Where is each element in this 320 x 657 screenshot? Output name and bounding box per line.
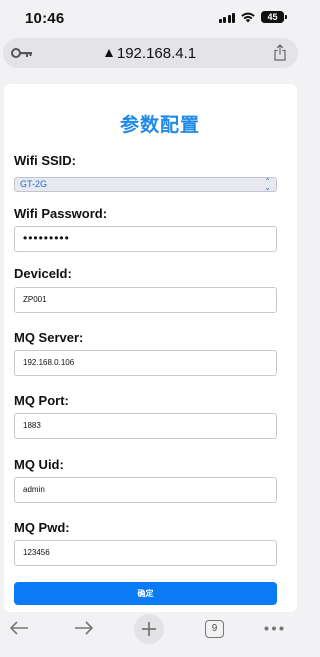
mq-pwd-input[interactable]: 123456 [14,540,277,566]
wifi-icon [241,12,255,22]
mq-server-input[interactable]: 192.168.0.106 [14,350,277,376]
mq-pwd-label: MQ Pwd: [14,520,70,535]
url-bar[interactable]: 192.168.4.1 [3,38,298,68]
battery-icon: 45 [261,11,287,23]
wifi-ssid-value: GT-2G [20,179,48,189]
mq-uid-label: MQ Uid: [14,457,64,472]
tabs-icon[interactable]: 9 [205,620,224,638]
mq-port-label: MQ Port: [14,393,69,408]
cellular-signal-icon [218,12,235,23]
plus-icon [142,622,156,636]
url-text[interactable]: 192.168.4.1 [117,45,196,62]
wifi-password-input[interactable]: ••••••••• [14,226,277,252]
status-bar: 10:46 45 [0,0,302,36]
mq-server-label: MQ Server: [14,330,84,345]
lock-icon [104,49,113,57]
wifi-password-label: Wifi Password: [14,206,108,221]
new-tab-button[interactable] [134,614,164,644]
browser-toolbar: 9 [0,612,302,657]
mq-port-input[interactable]: 1883 [14,413,277,439]
more-icon[interactable] [264,626,284,631]
forward-arrow-icon[interactable] [74,620,94,636]
wifi-ssid-select[interactable]: GT-2G ⌃ ⌄ [14,177,277,192]
device-id-label: DeviceId: [14,266,72,281]
chevron-updown-icon: ⌃ ⌄ [264,177,271,192]
submit-button[interactable]: 确定 [14,582,277,605]
share-icon[interactable] [273,44,287,61]
back-arrow-icon[interactable] [9,620,29,636]
page-title: 参数配置 [119,115,200,136]
status-time: 10:46 [25,10,65,27]
device-id-input[interactable]: ZP001 [14,287,277,313]
mq-uid-input[interactable]: admin [14,477,277,503]
wifi-ssid-label: Wifi SSID: [14,153,76,168]
